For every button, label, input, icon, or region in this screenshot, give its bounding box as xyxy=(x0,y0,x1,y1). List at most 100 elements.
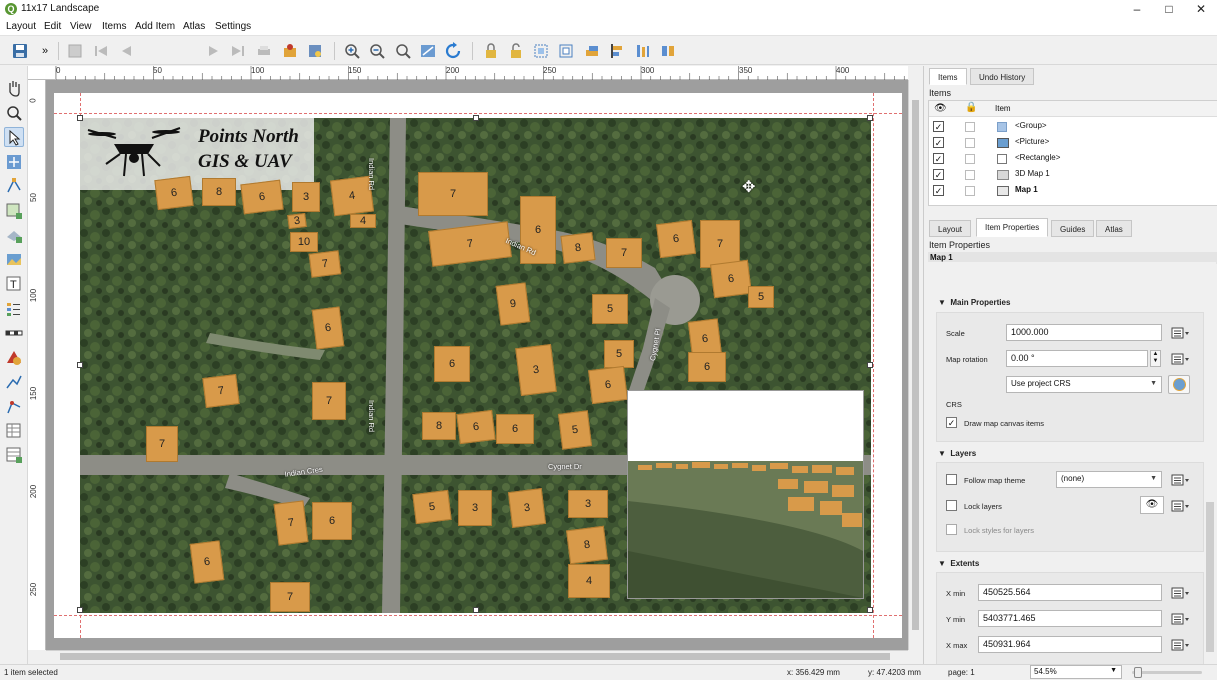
visible-checkbox[interactable]: ✓ xyxy=(933,185,944,196)
item-row-3d-map[interactable]: ✓ 3D Map 1 xyxy=(929,167,1217,183)
draw-canvas-items-checkbox[interactable]: ✓ xyxy=(946,417,957,428)
lock-checkbox[interactable] xyxy=(965,154,975,164)
page-setup-icon[interactable] xyxy=(66,42,84,60)
zoom-slider[interactable] xyxy=(1132,667,1202,678)
lock-layers-checkbox[interactable] xyxy=(946,500,957,511)
map-theme-combo[interactable]: (none) xyxy=(1056,471,1162,488)
add-attribute-table-icon[interactable] xyxy=(4,421,24,441)
scale-input[interactable]: 1000.000 xyxy=(1006,324,1162,341)
data-defined-override-icon[interactable] xyxy=(1168,637,1190,653)
lock-items-icon[interactable] xyxy=(482,42,500,60)
ungroup-items-icon[interactable] xyxy=(557,42,575,60)
rotation-spinner[interactable]: ▲ ▼ xyxy=(1150,350,1161,367)
tab-item-properties[interactable]: Item Properties xyxy=(976,218,1049,237)
eye-toggle-icon[interactable]: 👁 xyxy=(1140,496,1164,514)
item-row-group[interactable]: ✓ <Group> xyxy=(929,119,1217,135)
resize-handle[interactable] xyxy=(77,115,83,121)
tab-atlas[interactable]: Atlas xyxy=(1096,220,1132,237)
properties-scrollbar[interactable] xyxy=(1206,502,1214,652)
distribute-icon[interactable] xyxy=(634,42,652,60)
zoom-in-icon[interactable] xyxy=(343,42,361,60)
zoom-slider-knob[interactable] xyxy=(1134,667,1142,678)
resize-handle[interactable] xyxy=(77,362,83,368)
add-scalebar-icon[interactable] xyxy=(4,323,24,343)
lock-checkbox[interactable] xyxy=(965,186,975,196)
menu-settings[interactable]: Settings xyxy=(215,21,251,32)
item-row-rectangle[interactable]: ✓ <Rectangle> xyxy=(929,151,1217,167)
tab-guides[interactable]: Guides xyxy=(1051,220,1095,237)
section-main-properties[interactable]: ▼ Main Properties xyxy=(938,298,1010,307)
edit-nodes-icon[interactable] xyxy=(4,176,24,196)
section-extents[interactable]: ▼ Extents xyxy=(938,559,979,568)
ymin-input[interactable]: 5403771.465 xyxy=(978,610,1162,627)
pan-hand-icon[interactable] xyxy=(4,78,24,98)
zoom-full-icon[interactable] xyxy=(419,42,437,60)
last-page-icon[interactable] xyxy=(229,42,247,60)
resize-handle[interactable] xyxy=(867,115,873,121)
data-defined-override-icon[interactable] xyxy=(1168,472,1190,488)
zoom-out-icon[interactable] xyxy=(368,42,386,60)
export-settings-icon[interactable] xyxy=(306,42,324,60)
lock-styles-checkbox[interactable] xyxy=(946,524,957,535)
data-defined-override-icon[interactable] xyxy=(1168,498,1190,514)
menu-layout[interactable]: Layout xyxy=(6,21,36,32)
add-node-item-icon[interactable] xyxy=(4,397,24,417)
item-row-map-1[interactable]: ✓ Map 1 xyxy=(929,183,1217,199)
menu-edit[interactable]: Edit xyxy=(44,21,61,32)
zoom-tool-icon[interactable] xyxy=(4,103,24,123)
data-defined-override-icon[interactable] xyxy=(1168,325,1190,341)
crs-selector-icon[interactable] xyxy=(1168,375,1190,394)
horizontal-scrollbar[interactable] xyxy=(46,650,908,662)
next-page-icon[interactable] xyxy=(205,42,223,60)
resize-handle[interactable] xyxy=(867,607,873,613)
resize-handle[interactable] xyxy=(473,115,479,121)
add-html-table-icon[interactable] xyxy=(4,445,24,465)
add-map-icon[interactable] xyxy=(4,201,24,221)
3d-map-1-item[interactable] xyxy=(627,390,864,599)
resize-handle[interactable] xyxy=(867,362,873,368)
add-shape-icon[interactable] xyxy=(4,348,24,368)
tab-items[interactable]: Items xyxy=(929,68,967,85)
map-1-item[interactable]: Points North GIS & UAV 6 8 6 3 4 4 3 10 7 7 7 6 8 7 6 7… xyxy=(80,118,871,613)
add-label-icon[interactable]: T xyxy=(4,274,24,294)
previous-page-icon[interactable] xyxy=(117,42,135,60)
menu-view[interactable]: View xyxy=(70,21,92,32)
add-3d-map-icon[interactable] xyxy=(4,225,24,245)
menu-items[interactable]: Items xyxy=(102,21,126,32)
vertical-scrollbar[interactable] xyxy=(908,80,922,650)
refresh-atlas-icon[interactable] xyxy=(281,42,299,60)
print-icon[interactable] xyxy=(255,42,273,60)
resize-handle[interactable] xyxy=(77,607,83,613)
visible-checkbox[interactable]: ✓ xyxy=(933,153,944,164)
menu-atlas[interactable]: Atlas xyxy=(183,21,205,32)
menu-add-item[interactable]: Add Item xyxy=(135,21,175,32)
zoom-level-combo[interactable]: 54.5% ▼ xyxy=(1030,665,1122,679)
select-move-icon[interactable] xyxy=(4,127,24,147)
move-content-icon[interactable] xyxy=(4,152,24,172)
xmax-input[interactable]: 450931.964 xyxy=(978,636,1162,653)
crs-combo[interactable]: Use project CRS xyxy=(1006,376,1162,393)
visible-checkbox[interactable]: ✓ xyxy=(933,169,944,180)
unlock-items-icon[interactable] xyxy=(507,42,525,60)
data-defined-override-icon[interactable] xyxy=(1168,351,1190,367)
align-left-icon[interactable] xyxy=(608,42,626,60)
follow-theme-checkbox[interactable] xyxy=(946,474,957,485)
lock-checkbox[interactable] xyxy=(965,122,975,132)
first-page-icon[interactable] xyxy=(92,42,110,60)
vertical-ruler[interactable]: 0 50 100 150 200 250 xyxy=(28,80,46,650)
lock-checkbox[interactable] xyxy=(965,138,975,148)
add-picture-icon[interactable] xyxy=(4,250,24,270)
data-defined-override-icon[interactable] xyxy=(1168,585,1190,601)
horizontal-ruler[interactable]: 0 50 100 150 200 250 300 350 400 xyxy=(56,66,908,80)
zoom-actual-icon[interactable] xyxy=(394,42,412,60)
items-list[interactable]: 👁 🔒 Item ✓ <Group> ✓ <Picture> ✓ <Rectan… xyxy=(928,100,1217,206)
resize-handle[interactable] xyxy=(473,607,479,613)
visible-checkbox[interactable]: ✓ xyxy=(933,121,944,132)
save-icon[interactable] xyxy=(11,42,29,60)
tab-undo-history[interactable]: Undo History xyxy=(970,68,1035,85)
data-defined-override-icon[interactable] xyxy=(1168,611,1190,627)
map-rotation-input[interactable]: 0.00 ° xyxy=(1006,350,1148,367)
group-items-icon[interactable] xyxy=(532,42,550,60)
add-polyline-icon[interactable] xyxy=(4,372,24,392)
tab-layout[interactable]: Layout xyxy=(929,220,972,237)
